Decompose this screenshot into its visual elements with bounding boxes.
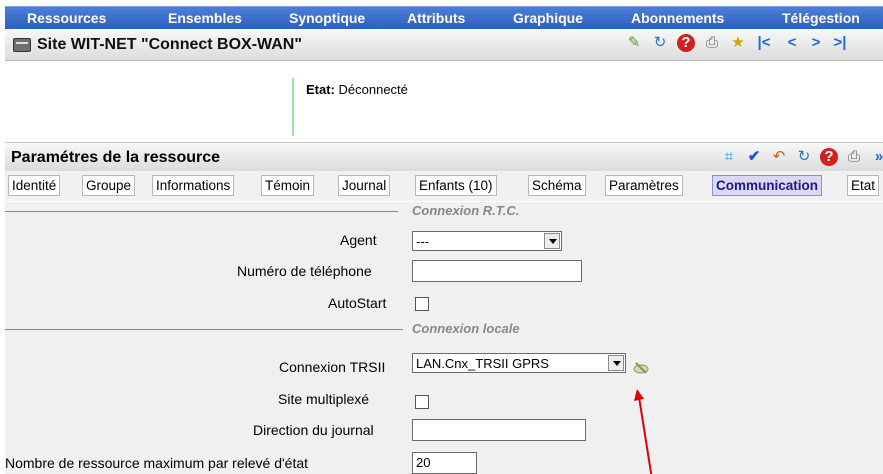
agent-value: --- [416,234,429,249]
multiplex-label: Site multiplexé [278,391,370,407]
connection-icon[interactable] [632,359,650,375]
trsii-value: LAN.Cnx_TRSII GPRS [416,356,549,371]
tab-parametres[interactable]: Paramètres [605,175,683,196]
max-resources-value: 20 [416,455,431,470]
toolbar: ✎ ↻ ? ⎙ ★ |< < > >| [613,34,883,56]
tab-identite[interactable]: Identité [8,175,61,196]
section-refresh-icon[interactable]: ↻ [795,148,813,166]
tab-etat[interactable]: Etat [847,175,880,196]
tab-schema[interactable]: Schéma [528,175,586,196]
menu-graphique[interactable]: Graphique [513,10,583,26]
section-title: Paramétres de la ressource [11,149,221,166]
agent-select[interactable]: --- [412,231,562,251]
section-print-icon[interactable]: ⎙ [845,148,863,166]
autostart-checkbox[interactable] [415,297,429,311]
trsii-label: Connexion TRSII [279,359,386,375]
check-icon[interactable]: ✔ [745,148,763,166]
site-title: Site WIT-NET "Connect BOX-WAN" [37,36,302,53]
annotation-arrow [634,389,653,474]
menu-ensembles[interactable]: Ensembles [168,10,242,26]
local-divider-left [5,329,403,330]
menu-telegestion[interactable]: Télégestion [782,10,860,26]
phone-label: Numéro de téléphone [237,263,372,279]
tab-journal[interactable]: Journal [338,175,391,196]
tab-temoin[interactable]: Témoin [261,175,315,196]
max-resources-label: Nombre de ressource maximum par relevé d… [5,455,309,471]
last-icon[interactable]: >| [831,34,849,52]
tab-enfants[interactable]: Enfants (10) [415,175,497,196]
next-icon[interactable]: > [807,34,825,52]
status-value: Déconnecté [338,82,408,97]
communication-form: Connexion R.T.C. Agent --- Numéro de tél… [5,202,883,474]
rtc-legend: Connexion R.T.C. [412,203,520,218]
menu-abonnements[interactable]: Abonnements [631,10,724,26]
agent-label: Agent [340,232,377,248]
site-icon [13,38,31,52]
menu-attributs[interactable]: Attributs [407,10,465,26]
help-icon[interactable]: ? [677,34,695,52]
tabs: Identité Groupe Informations Témoin Jour… [5,171,883,201]
info-status-bar [292,78,294,136]
more-icon[interactable]: » [870,148,883,166]
journal-direction-label: Direction du journal [253,422,374,438]
phone-input[interactable] [412,260,582,282]
dropdown-icon[interactable] [608,355,624,371]
menu-synoptique[interactable]: Synoptique [289,10,365,26]
menu-bar: Ressources Ensembles Synoptique Attribut… [5,6,883,29]
multiplex-checkbox[interactable] [415,395,429,409]
tab-informations[interactable]: Informations [152,175,235,196]
undo-icon[interactable]: ↶ [770,148,788,166]
status-text: Etat: Déconnecté [306,82,408,97]
folder-icon[interactable]: ★ [729,34,747,52]
app-frame: Ressources Ensembles Synoptique Attribut… [0,0,883,474]
first-icon[interactable]: |< [755,34,773,52]
section-toolbar: ⌗ ✔ ↶ ↻ ? ⎙ » [663,148,883,168]
prev-icon[interactable]: < [783,34,801,52]
section-help-icon[interactable]: ? [820,148,838,166]
site-titlebar: Site WIT-NET "Connect BOX-WAN" ✎ ↻ ? ⎙ ★… [5,30,883,61]
tab-groupe[interactable]: Groupe [82,175,136,196]
info-area [5,61,883,138]
journal-direction-input[interactable] [412,419,586,441]
edit-icon[interactable]: ⌗ [720,148,738,166]
dropdown-icon[interactable] [544,233,560,249]
parameters-header: Paramétres de la ressource ⌗ ✔ ↶ ↻ ? ⎙ » [5,142,883,171]
print-icon[interactable]: ⎙ [703,34,721,52]
refresh-icon[interactable]: ↻ [651,34,669,52]
pencil-icon[interactable]: ✎ [625,34,643,52]
tab-communication[interactable]: Communication [712,175,823,196]
menu-ressources[interactable]: Ressources [27,10,106,26]
max-resources-input[interactable]: 20 [412,452,477,474]
local-legend: Connexion locale [412,321,520,336]
status-label: Etat: [306,82,335,97]
rtc-divider-left [5,211,398,212]
trsii-select[interactable]: LAN.Cnx_TRSII GPRS [412,353,626,373]
autostart-label: AutoStart [328,295,387,311]
